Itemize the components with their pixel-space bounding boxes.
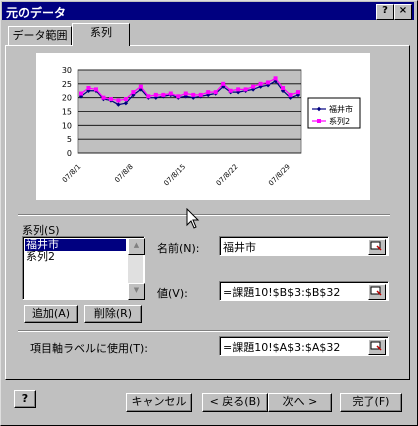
- data-point: [153, 92, 158, 97]
- y-tick-label: 25: [62, 80, 72, 89]
- data-point: [191, 92, 196, 97]
- name-field[interactable]: 福井市: [219, 236, 389, 256]
- name-label: 名前(N):: [157, 242, 200, 255]
- scroll-up-icon[interactable]: ▲: [128, 238, 145, 255]
- data-point: [183, 91, 188, 96]
- data-point: [206, 90, 211, 95]
- delete-button[interactable]: 削除(R): [84, 305, 142, 323]
- value-label: 値(V):: [157, 287, 188, 300]
- data-point: [296, 90, 300, 95]
- window-title: 元のデータ: [6, 6, 67, 20]
- name-value: 福井市: [223, 241, 256, 254]
- data-point: [266, 80, 271, 85]
- data-point: [93, 87, 98, 92]
- data-point: [131, 90, 136, 95]
- y-tick-label: 30: [62, 66, 72, 75]
- data-point: [101, 95, 106, 100]
- title-bar[interactable]: 元のデータ ? ×: [2, 2, 414, 20]
- data-point: [243, 87, 248, 92]
- chart-svg: 0 5 10 15 20 25 30 07/8/1 07/8/8 07/8/15 07/8/22 07…: [61, 66, 361, 188]
- x-tick-label: 07/8/15: [162, 163, 187, 188]
- chart-preview: 0 5 10 15 20 25 30 07/8/1 07/8/8 07/8/15 07/8/22 07…: [36, 53, 370, 200]
- data-point: [123, 97, 128, 102]
- cancel-button[interactable]: キャンセル: [126, 393, 192, 412]
- value-field[interactable]: =課題10!$B$3:$B$32: [219, 281, 389, 301]
- data-point: [161, 92, 166, 97]
- collapse-dialog-icon[interactable]: [368, 284, 386, 300]
- value-value: =課題10!$B$3:$B$32: [223, 286, 341, 299]
- back-button[interactable]: < 戻る(B): [202, 393, 268, 412]
- data-point: [221, 81, 226, 86]
- data-point: [86, 85, 91, 90]
- y-tick-label: 15: [62, 108, 72, 117]
- scroll-down-icon[interactable]: ▼: [128, 283, 145, 300]
- series-listbox[interactable]: 福井市 系列2 ▲ ▼: [22, 236, 145, 300]
- collapse-dialog-icon[interactable]: [368, 239, 386, 255]
- data-point: [198, 92, 203, 97]
- x-tick-label: 07/8/8: [113, 163, 135, 185]
- data-point: [108, 97, 113, 102]
- separator: [18, 330, 390, 332]
- category-value: =課題10!$A$3:$A$32: [223, 341, 341, 354]
- data-point: [251, 84, 256, 89]
- separator: [18, 214, 390, 216]
- legend-label: 系列2: [329, 116, 350, 126]
- data-point: [116, 98, 121, 103]
- y-tick-label: 10: [62, 121, 72, 130]
- help-button[interactable]: ?: [376, 4, 394, 20]
- category-field[interactable]: =課題10!$A$3:$A$32: [219, 336, 389, 356]
- mouse-cursor-icon: [186, 208, 200, 229]
- collapse-dialog-icon[interactable]: [368, 339, 386, 355]
- data-point: [281, 85, 286, 90]
- x-tick-label: 07/8/29: [267, 163, 292, 188]
- close-button[interactable]: ×: [394, 4, 412, 20]
- data-point: [79, 91, 83, 96]
- category-label: 項目軸ラベルに使用(T):: [30, 342, 149, 355]
- data-point: [228, 88, 233, 93]
- x-tick-label: 07/8/1: [61, 163, 83, 185]
- data-point: [176, 94, 181, 99]
- data-point: [258, 81, 263, 86]
- y-tick-label: 5: [67, 135, 72, 144]
- list-item[interactable]: 系列2: [25, 251, 126, 263]
- tab-data-range[interactable]: データ範囲: [8, 26, 72, 46]
- y-tick-label: 0: [67, 149, 72, 158]
- legend-marker: [317, 119, 321, 123]
- tab-series[interactable]: 系列: [72, 23, 130, 46]
- finish-button[interactable]: 完了(F): [340, 393, 402, 412]
- add-button[interactable]: 追加(A): [24, 305, 78, 323]
- data-point: [273, 76, 278, 81]
- next-button[interactable]: 次へ >: [268, 393, 332, 412]
- x-tick-label: 07/8/22: [215, 163, 240, 188]
- help-icon[interactable]: ?: [14, 390, 36, 408]
- data-point: [168, 91, 173, 96]
- data-point: [236, 87, 241, 92]
- legend-label: 福井市: [329, 104, 353, 114]
- data-point: [288, 92, 293, 97]
- data-point: [138, 84, 143, 89]
- data-point: [146, 94, 151, 99]
- y-tick-label: 20: [62, 94, 72, 103]
- data-point: [213, 90, 218, 95]
- scrollbar[interactable]: ▲ ▼: [128, 238, 145, 300]
